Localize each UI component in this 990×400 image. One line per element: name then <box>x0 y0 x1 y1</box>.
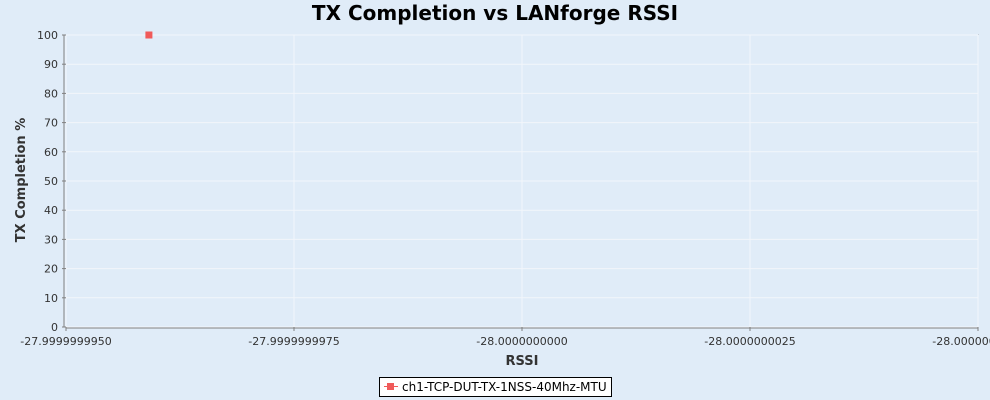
legend-swatch <box>384 382 398 392</box>
x-tick-label: -28.0000000000 <box>476 335 567 348</box>
y-tick-label: 60 <box>44 146 58 159</box>
y-tick-label: 0 <box>51 321 58 334</box>
data-point <box>145 31 153 39</box>
y-axis-title: TX Completion % <box>14 118 29 242</box>
legend-label: ch1-TCP-DUT-TX-1NSS-40Mhz-MTU <box>402 380 607 394</box>
y-tick-label: 30 <box>44 233 58 246</box>
legend: ch1-TCP-DUT-TX-1NSS-40Mhz-MTU <box>379 377 612 397</box>
y-tick-label: 80 <box>44 87 58 100</box>
y-tick-label: 40 <box>44 204 58 217</box>
x-tick-label: -27.9999999950 <box>20 335 111 348</box>
y-tick-label: 20 <box>44 263 58 276</box>
y-tick-label: 100 <box>37 29 58 42</box>
x-tick-label: -27.9999999975 <box>248 335 339 348</box>
y-tick-label: 50 <box>44 175 58 188</box>
data-layer <box>145 31 153 39</box>
y-tick-label: 10 <box>44 292 58 305</box>
y-tick-label: 70 <box>44 117 58 130</box>
x-tick-label: -28.0000000025 <box>704 335 795 348</box>
x-tick-label: -28.0000000050 <box>932 335 990 348</box>
x-axis-title: RSSI <box>506 354 539 369</box>
y-tick-label: 90 <box>44 58 58 71</box>
chart-canvas: 0 10 20 30 40 50 60 70 80 90 100 -27.9999999950 -27.… <box>14 29 990 369</box>
